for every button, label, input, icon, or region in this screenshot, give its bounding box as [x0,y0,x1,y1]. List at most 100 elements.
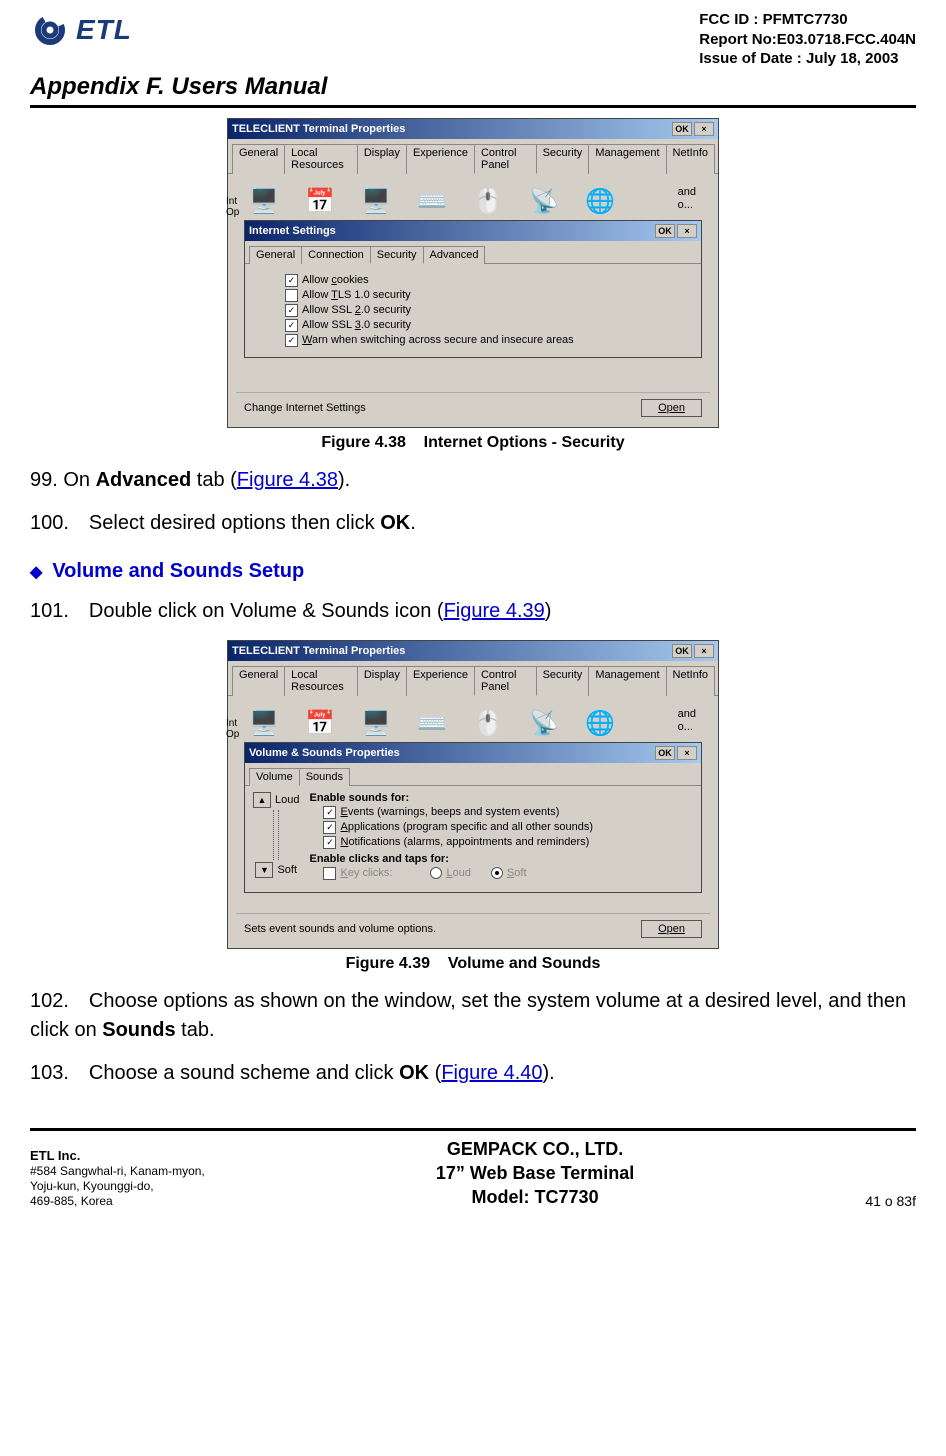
loud-label: Loud [275,794,299,806]
tab-general-2[interactable]: General [232,666,285,696]
inner-tab-row: General Connection Security Advanced [245,241,701,264]
tab-local-resources-2[interactable]: Local Resources [284,666,358,696]
inner-ok-button[interactable]: OK [655,224,675,238]
checkbox-notifications[interactable]: ✓ [323,836,336,849]
label-ssl3: Allow SSL 3.0 security [302,319,411,331]
outer-ok-button-2[interactable]: OK [672,644,692,658]
cp-icon-3[interactable]: 🖥️ [360,186,392,218]
checkbox-ssl2[interactable]: ✓ [285,304,298,317]
cp-icon-b4[interactable]: ⌨️ [416,708,448,740]
link-fig440[interactable]: Figure 4.40 [441,1062,542,1084]
enable-clicks-heading: Enable clicks and taps for: [309,853,693,865]
figure-438-caption: Figure 4.38 Internet Options - Security [30,434,916,452]
status-text-2: Sets event sounds and volume options. [244,923,436,935]
inner-title: Internet Settings [249,225,336,237]
inner-tab-sounds[interactable]: Sounds [299,768,350,786]
cut-off-labels: Int Op [226,196,239,218]
tab-netinfo-2[interactable]: NetInfo [666,666,715,696]
tab-control-panel-2[interactable]: Control Panel [474,666,537,696]
control-panel-body-2: 🖥️ 📅 🖥️ ⌨️ 🖱️ 📡 🌐 and o... Int Op [228,696,718,948]
outer-titlebar-2: TELECLIENT Terminal Properties OK × [228,641,718,661]
tab-display[interactable]: Display [357,144,407,174]
cp-icon-5[interactable]: 🖱️ [472,186,504,218]
volume-up-button[interactable]: ▲ [253,792,271,808]
footer-left: ETL Inc. #584 Sangwhal-ri, Kanam-myon, Y… [30,1148,205,1209]
footer-center: GEMPACK CO., LTD. 17” Web Base Terminal … [436,1137,634,1210]
checkbox-key-clicks[interactable] [323,867,336,880]
inner-tab-volume[interactable]: Volume [249,768,300,786]
label-events: Events (warnings, beeps and system event… [340,806,559,818]
status-row-2: Sets event sounds and volume options. Op… [236,913,710,944]
link-fig438[interactable]: Figure 4.38 [237,469,338,491]
step-101: 101. Double click on Volume & Sounds ico… [30,597,916,626]
logo-swirl-icon [30,10,70,50]
cp-icon-b6[interactable]: 📡 [528,708,560,740]
tab-security[interactable]: Security [536,144,590,174]
label-key-clicks: Key clicks: [340,867,392,879]
tab-experience[interactable]: Experience [406,144,475,174]
outer-close-button-2[interactable]: × [694,644,714,658]
volume-panel: ▲ Loud ▼ Soft Enable sounds for: ✓Even [245,786,701,892]
side-text-2: and o... [678,708,698,734]
cp-icon-2[interactable]: 📅 [304,186,336,218]
cp-icon-1[interactable]: 🖥️ [248,186,280,218]
tab-control-panel[interactable]: Control Panel [474,144,537,174]
tab-management[interactable]: Management [588,144,666,174]
tab-experience-2[interactable]: Experience [406,666,475,696]
soft-label: Soft [277,864,297,876]
cp-icon-b7[interactable]: 🌐 [584,708,616,740]
sound-options: Enable sounds for: ✓Events (warnings, be… [309,792,693,882]
report-no: Report No:E03.0718.FCC.404N [699,30,916,50]
inner-tab-security[interactable]: Security [370,246,424,264]
outer-close-button[interactable]: × [694,122,714,136]
checkbox-tls[interactable] [285,289,298,302]
outer-titlebar: TELECLIENT Terminal Properties OK × [228,119,718,139]
volume-track[interactable] [273,810,279,860]
checkbox-applications[interactable]: ✓ [323,821,336,834]
inner-close-button-2[interactable]: × [677,746,697,760]
cp-icon-4[interactable]: ⌨️ [416,186,448,218]
tab-security-2[interactable]: Security [536,666,590,696]
inner-tab-general[interactable]: General [249,246,302,264]
page-footer: ETL Inc. #584 Sangwhal-ri, Kanam-myon, Y… [30,1128,916,1210]
security-options: ✓Allow cookies Allow TLS 1.0 security ✓A… [245,264,701,357]
inner-tab-connection[interactable]: Connection [301,246,371,264]
control-panel-icons: 🖥️ 📅 🖥️ ⌨️ 🖱️ 📡 🌐 and o... [236,180,710,220]
tab-display-2[interactable]: Display [357,666,407,696]
checkbox-cookies[interactable]: ✓ [285,274,298,287]
control-panel-body: 🖥️ 📅 🖥️ ⌨️ 🖱️ 📡 🌐 and o... Int Op [228,174,718,427]
tab-local-resources[interactable]: Local Resources [284,144,358,174]
checkbox-warn[interactable]: ✓ [285,334,298,347]
volume-slider[interactable]: ▲ Loud ▼ Soft [253,792,299,882]
outer-title: TELECLIENT Terminal Properties [232,123,405,135]
issue-date: Issue of Date : July 18, 2003 [699,49,916,69]
cp-icon-6[interactable]: 📡 [528,186,560,218]
volume-down-button[interactable]: ▼ [255,862,273,878]
header-divider [30,105,916,108]
inner-tab-advanced[interactable]: Advanced [423,246,486,264]
open-button[interactable]: Open [641,399,702,417]
radio-soft[interactable] [491,867,503,879]
side-text: and o... [678,186,698,212]
checkbox-ssl3[interactable]: ✓ [285,319,298,332]
radio-loud[interactable] [430,867,442,879]
cp-icon-b1[interactable]: 🖥️ [248,708,280,740]
tab-netinfo[interactable]: NetInfo [666,144,715,174]
cut-off-labels-2: Int Op [226,718,239,740]
open-button-2[interactable]: Open [641,920,702,938]
tab-management-2[interactable]: Management [588,666,666,696]
link-fig439[interactable]: Figure 4.39 [444,600,545,622]
inner-ok-button-2[interactable]: OK [655,746,675,760]
cp-icon-b5[interactable]: 🖱️ [472,708,504,740]
tab-general[interactable]: General [232,144,285,174]
step-99: 99. On Advanced tab (Figure 4.38). [30,466,916,495]
inner-close-button[interactable]: × [677,224,697,238]
cp-icon-b2[interactable]: 📅 [304,708,336,740]
cp-icon-b3[interactable]: 🖥️ [360,708,392,740]
cp-icon-7[interactable]: 🌐 [584,186,616,218]
outer-title-2: TELECLIENT Terminal Properties [232,645,405,657]
logo-text: ETL [76,14,132,46]
status-row: Change Internet Settings Open [236,392,710,423]
checkbox-events[interactable]: ✓ [323,806,336,819]
outer-ok-button[interactable]: OK [672,122,692,136]
